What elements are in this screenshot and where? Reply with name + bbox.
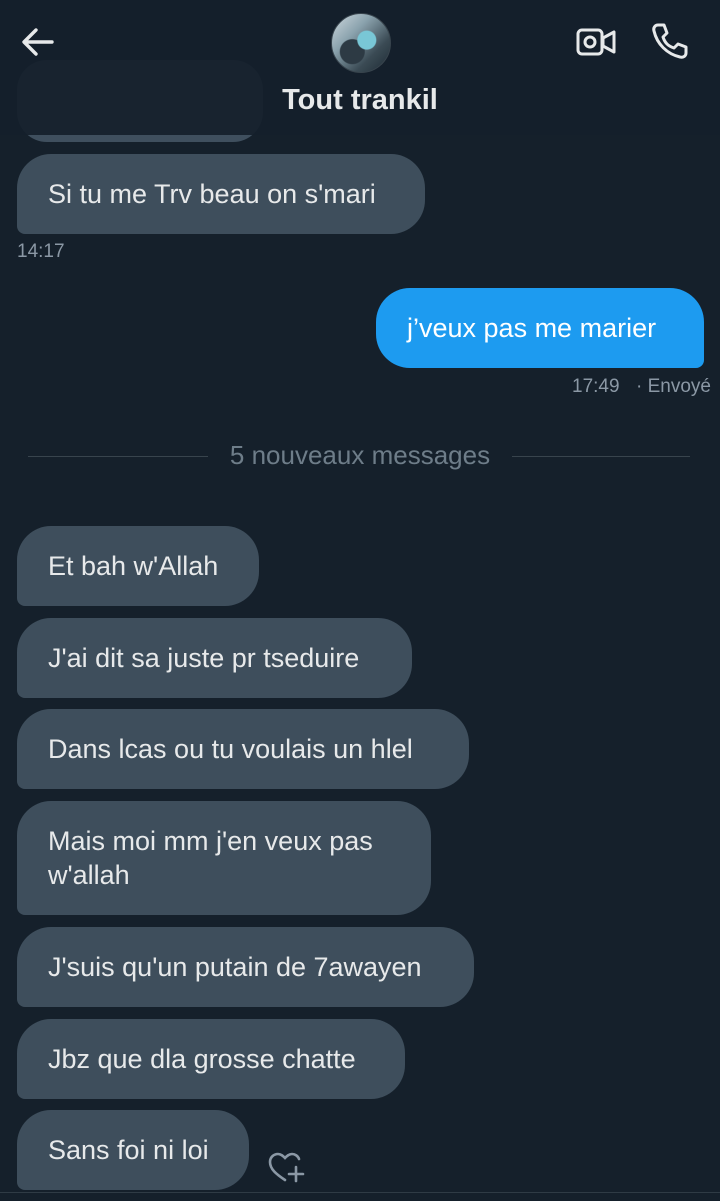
video-call-button[interactable] [574,22,618,62]
message-bubble[interactable]: Dans lcas ou tu voulais un hlel [17,709,469,789]
video-camera-icon [576,28,616,56]
message-text: Mais moi mm j'en veux pas w'allah [48,826,373,890]
arrow-left-icon [22,28,54,56]
avatar[interactable] [331,13,391,73]
conversation-header: Tout trankil [0,0,720,135]
message-bubble[interactable]: Sans foi ni loi [17,1110,249,1190]
message-status: · Envoyé [636,376,711,397]
message-text: Sans foi ni loi [48,1135,209,1165]
message-bubble[interactable]: J'ai dit sa juste pr tseduire [17,618,412,698]
sent-message-bubble[interactable]: j’veux pas me marier [376,288,704,368]
message-text: J'ai dit sa juste pr tseduire [48,643,360,673]
message-bubble[interactable]: Jbz que dla grosse chatte [17,1019,405,1099]
heart-plus-icon [268,1152,305,1183]
phone-icon [652,23,688,59]
back-button[interactable] [18,22,58,62]
divider-line-right [512,456,690,457]
message-text: Si tu me Trv beau on s'mari [48,179,376,209]
message-bubble[interactable]: J'suis qu'un putain de 7awayen [17,927,474,1007]
message-text: Et bah w'Allah [48,551,219,581]
message-text: J'suis qu'un putain de 7awayen [48,952,422,982]
message-text: j’veux pas me marier [407,313,657,343]
voice-call-button[interactable] [648,20,690,62]
message-bubble[interactable]: Mais moi mm j'en veux pas w'allah [17,801,431,915]
message-bubble[interactable]: Si tu me Trv beau on s'mari [17,154,425,234]
message-bubble[interactable]: Et bah w'Allah [17,526,259,606]
conversation-title[interactable]: Tout trankil [0,84,720,117]
add-reaction-button[interactable] [266,1150,306,1186]
message-timestamp: 17:49 [572,376,620,397]
message-timestamp: 14:17 [17,241,65,262]
message-text: Jbz que dla grosse chatte [48,1044,356,1074]
message-text: Dans lcas ou tu voulais un hlel [48,734,413,764]
